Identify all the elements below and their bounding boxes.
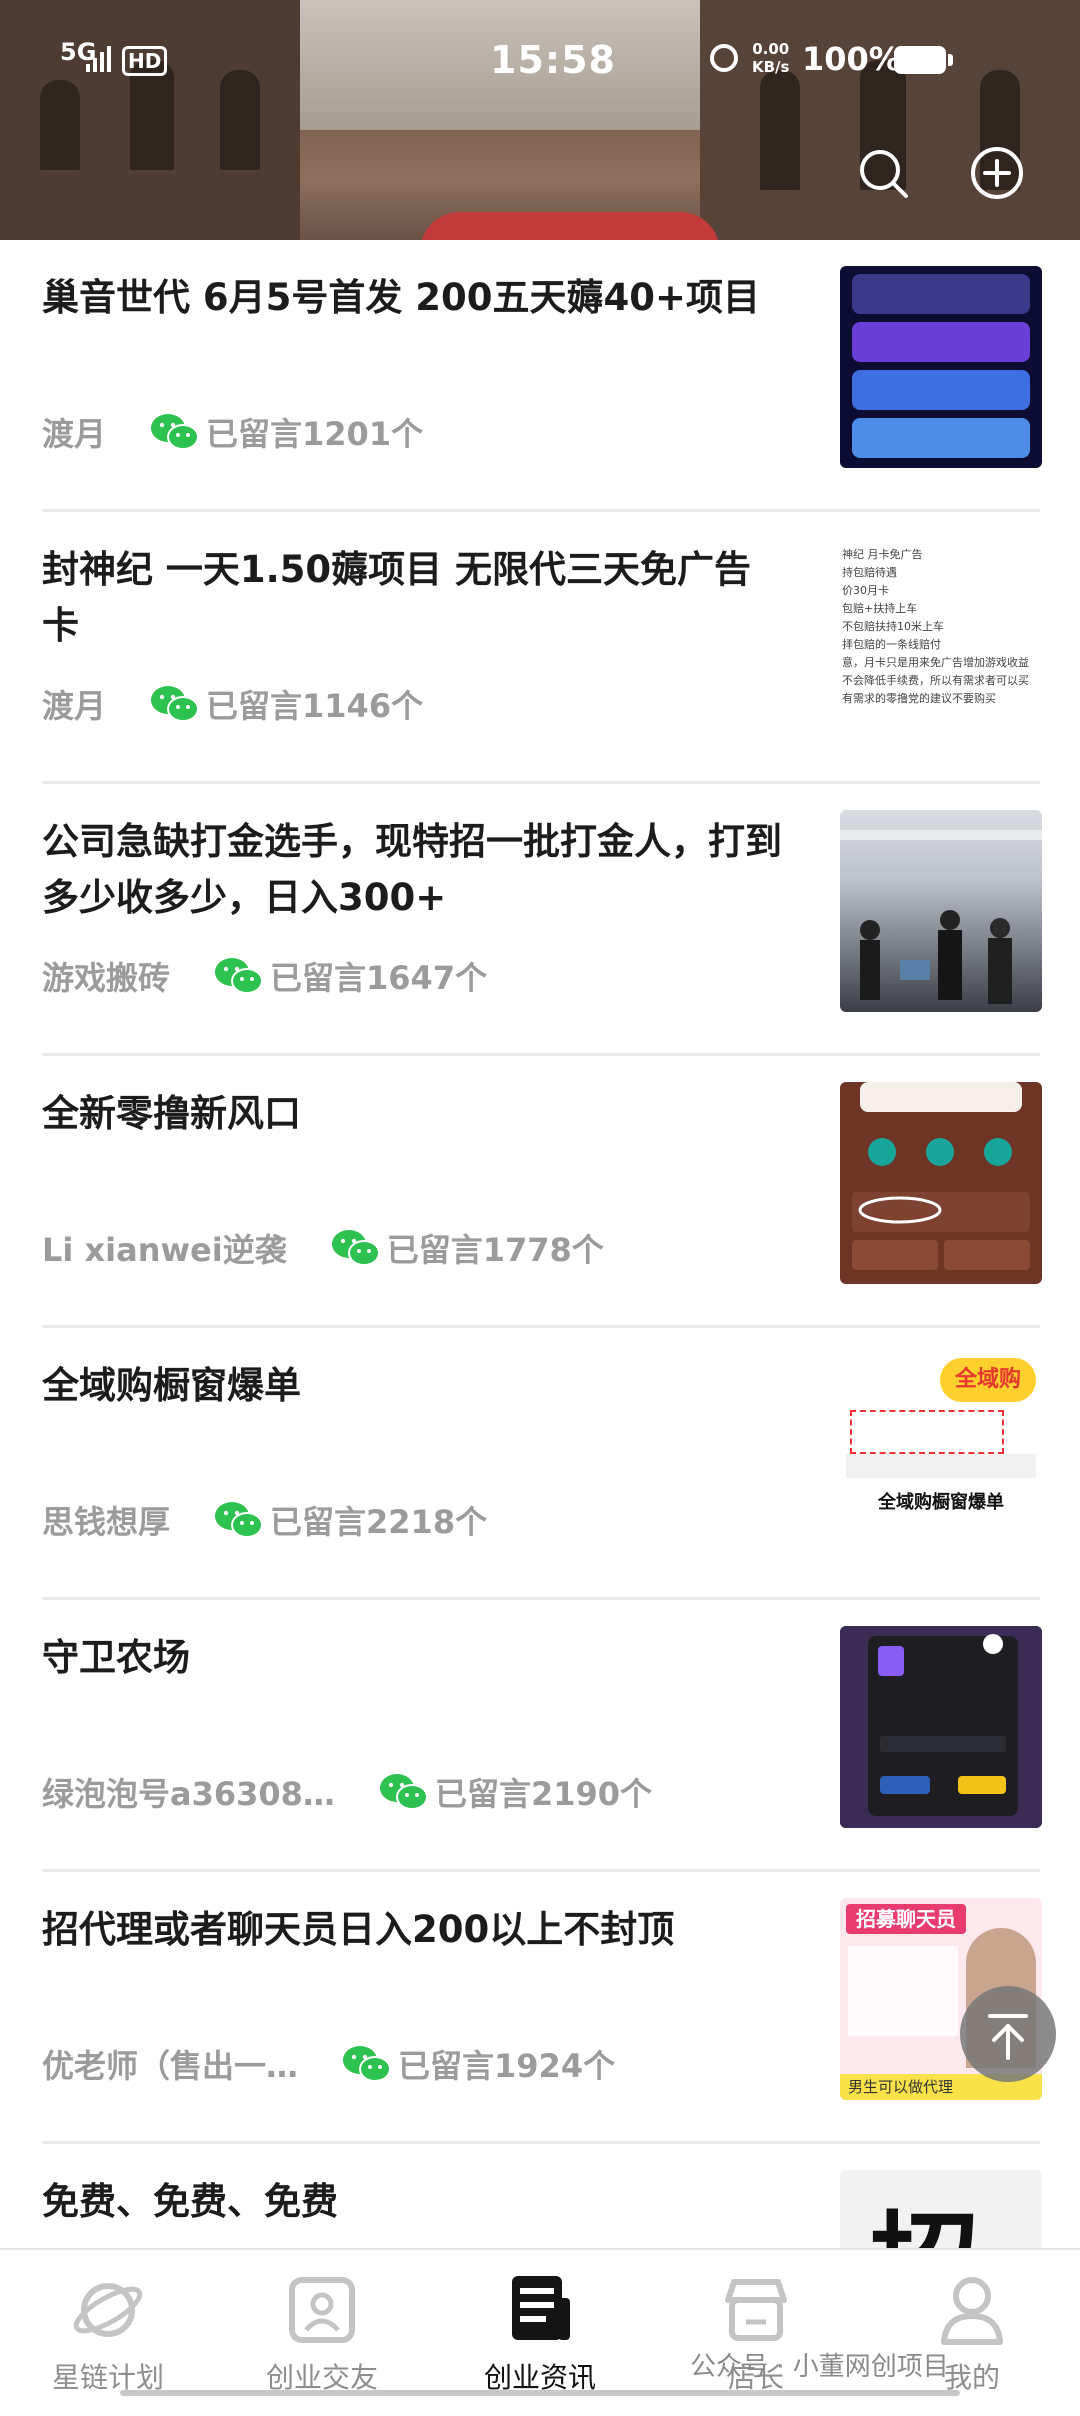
speed-unit: KB/s — [752, 58, 790, 76]
article-title[interactable]: 全新零撸新风口 — [42, 1086, 782, 1142]
thumb-text-line: 不包赔扶持10米上车 — [842, 620, 944, 633]
article-item[interactable]: 守卫农场 绿泡泡号a36308… 已留言2190个 — [0, 1600, 1080, 1872]
wechat-icon — [331, 1230, 380, 1266]
tab-zixun[interactable]: 创业资讯 — [440, 2264, 640, 2394]
article-thumbnail[interactable] — [840, 810, 1042, 1012]
article-author: 思钱想厚 — [42, 1503, 171, 1541]
article-title[interactable]: 守卫农场 — [42, 1630, 782, 1686]
comment-count: 已留言1924个 — [398, 2047, 616, 2085]
article-thumbnail[interactable]: 全域购 全域购橱窗爆单 — [840, 1354, 1042, 1556]
article-title[interactable]: 巢音世代 6月5号首发 200五天薅40+项目 — [42, 270, 782, 326]
article-thumbnail[interactable] — [840, 1626, 1042, 1828]
arrow-up-icon — [988, 2014, 1028, 2060]
article-author: 优老师（售出一… — [42, 2047, 299, 2085]
article-title[interactable]: 公司急缺打金选手，现特招一批打金人，打到多少收多少，日入300+ — [42, 814, 782, 926]
comment-count: 已留言2190个 — [434, 1775, 653, 1813]
article-title[interactable]: 招代理或者聊天员日入200以上不封顶 — [42, 1902, 782, 1958]
contact-card-icon — [289, 2277, 355, 2343]
article-author: 绿泡泡号a36308… — [42, 1775, 335, 1813]
article-author: 渡月 — [42, 687, 107, 725]
thumb-text-line: 不会降低手续费，所以有需求者可以买 — [842, 674, 1029, 687]
thumb-text-line: 持包赔待遇 — [842, 566, 897, 579]
article-item[interactable]: 全新零撸新风口 Li xianwei逆袭 已留言1778个 — [0, 1056, 1080, 1328]
article-thumbnail[interactable]: 神纪 月卡免广告 持包赔待遇 价30月卡 包赔+扶持上车 不包赔扶持10米上车 … — [840, 538, 1042, 740]
thumb-text-line: 意，月卡只是用来免广告增加游戏收益 — [842, 656, 1029, 669]
home-indicator — [120, 2390, 960, 2396]
office-photo — [840, 830, 1042, 1004]
article-thumbnail[interactable] — [840, 1082, 1042, 1284]
article-meta: 思钱想厚 已留言2218个 — [42, 1500, 488, 1541]
comment-count: 已留言1778个 — [386, 1231, 604, 1269]
article-author: 渡月 — [42, 415, 107, 453]
comment-count: 已留言1146个 — [206, 687, 424, 725]
thumb-banner: 招募聊天员 — [846, 1904, 966, 1934]
tab-jiaoyou[interactable]: 创业交友 — [222, 2264, 422, 2394]
clock: 15:58 — [490, 38, 616, 82]
hd-badge: HD — [122, 46, 168, 76]
thumb-card — [852, 370, 1030, 410]
thumb-banner: 全域购橱窗爆单 — [878, 1492, 1004, 1513]
thumb-badge: 全域购 — [940, 1358, 1036, 1402]
thumb-text-line: 包赔+扶持上车 — [842, 602, 918, 615]
add-icon[interactable] — [970, 146, 1024, 200]
article-thumbnail[interactable] — [840, 266, 1042, 468]
watermark-text: 公众号 · 小董网创项目 — [690, 2352, 949, 2382]
tab-xinglian[interactable]: 星链计划 — [8, 2264, 208, 2394]
article-title[interactable]: 免费、免费、免费 — [42, 2174, 782, 2230]
wechat-icon — [379, 1774, 428, 1810]
banner-car — [420, 212, 720, 240]
wechat-icon — [151, 686, 200, 722]
search-icon[interactable] — [856, 146, 910, 200]
thumb-tabs — [846, 1454, 1036, 1478]
speed-value: 0.00 — [752, 40, 790, 58]
document-icon — [512, 2276, 570, 2340]
app-screenshot — [852, 1082, 1030, 1270]
user-icon — [941, 2277, 1003, 2345]
article-item[interactable]: 公司急缺打金选手，现特招一批打金人，打到多少收多少，日入300+ 游戏搬砖 已留… — [0, 784, 1080, 1056]
comment-count: 已留言1647个 — [270, 959, 488, 997]
thumb-card — [852, 322, 1030, 362]
wechat-icon — [215, 958, 264, 994]
status-bar: 5G HD 15:58 0.00 KB/s 100% — [0, 0, 1080, 120]
article-author: Li xianwei逆袭 — [42, 1231, 287, 1269]
article-item[interactable]: 封神纪 一天1.50薅项目 无限代三天免广告卡 渡月 已留言1146个 神纪 月… — [0, 512, 1080, 784]
alarm-icon — [710, 44, 738, 72]
article-title[interactable]: 全域购橱窗爆单 — [42, 1358, 782, 1414]
article-meta: 优老师（售出一… 已留言1924个 — [42, 2044, 616, 2085]
battery-icon — [894, 46, 953, 74]
article-item[interactable]: 招代理或者聊天员日入200以上不封顶 优老师（售出一… 已留言1924个 招募聊… — [0, 1872, 1080, 2144]
wechat-icon — [343, 2046, 392, 2082]
article-meta: 渡月 已留言1201个 — [42, 412, 424, 453]
article-meta: Li xianwei逆袭 已留言1778个 — [42, 1228, 604, 1269]
back-to-top-button[interactable] — [960, 1986, 1056, 2082]
thumb-box — [850, 1410, 1004, 1454]
thumb-card — [852, 418, 1030, 458]
thumb-text-block — [848, 1946, 958, 2036]
network-speed: 0.00 KB/s — [752, 40, 789, 76]
wechat-icon — [151, 414, 200, 450]
signal-icon — [86, 44, 112, 72]
store-icon — [725, 2279, 787, 2341]
article-meta: 渡月 已留言1146个 — [42, 684, 424, 725]
article-meta: 游戏搬砖 已留言1647个 — [42, 956, 488, 997]
thumb-text-line: 有需求的零撸党的建议不要购买 — [842, 692, 996, 705]
article-item[interactable]: 全域购橱窗爆单 思钱想厚 已留言2218个 全域购 全域购橱窗爆单 — [0, 1328, 1080, 1600]
planet-icon — [73, 2283, 143, 2337]
thumb-text-line: 神纪 月卡免广告 — [842, 548, 923, 561]
thumb-card — [852, 274, 1030, 314]
comment-count: 已留言1201个 — [206, 415, 424, 453]
article-author: 游戏搬砖 — [42, 959, 171, 997]
article-item[interactable]: 巢音世代 6月5号首发 200五天薅40+项目 渡月 已留言1201个 — [0, 240, 1080, 512]
game-screenshot — [840, 1626, 1042, 1828]
article-meta: 绿泡泡号a36308… 已留言2190个 — [42, 1772, 653, 1813]
wechat-icon — [215, 1502, 264, 1538]
battery-percent: 100% — [802, 40, 901, 78]
article-title[interactable]: 封神纪 一天1.50薅项目 无限代三天免广告卡 — [42, 542, 782, 654]
thumb-text-line: 拝包赔的一条线赔付 — [842, 638, 941, 651]
thumb-text-line: 价30月卡 — [842, 584, 889, 597]
comment-count: 已留言2218个 — [270, 1503, 488, 1541]
